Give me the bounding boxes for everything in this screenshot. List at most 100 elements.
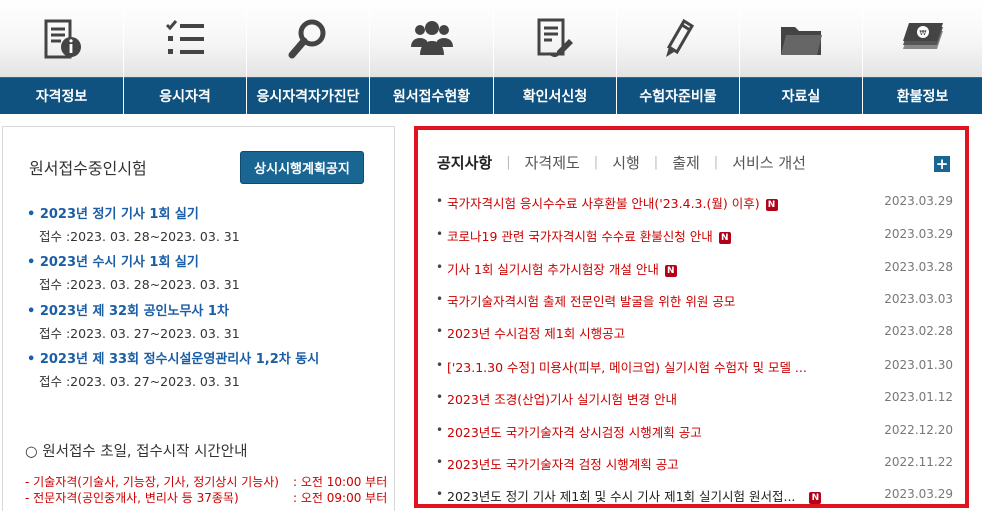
guide-line-time: : 오전 09:00 부터 [293,491,388,505]
notice-title-link[interactable]: ['23.1.30 수정] 미용사(피부, 메이크업) 실기시험 수험자 및 모… [447,357,807,376]
notice-row[interactable]: • 기사 1회 실기시험 추가시험장 개설 안내 N 2023.03.28 [436,258,956,280]
notice-board: 공지사항 | 자격제도 | 시행 | 출제 | 서비스 개선 + • 국가자격시… [414,126,969,508]
bullet-icon: • [436,227,444,241]
menu-item-certificate-request[interactable]: 확인서신청 [494,0,617,114]
tab-question-setting[interactable]: 출제 [672,152,700,173]
tab-notices[interactable]: 공지사항 [437,152,492,173]
menu-item-self-check[interactable]: 응시자격자가진단 [247,0,370,114]
notice-title-link[interactable]: 국가기술자격시험 출제 전문인력 발굴을 위한 위원 공모 [447,291,735,310]
notice-title-link[interactable]: 2023년도 정기 기사 제1회 및 수시 기사 제1회 실기시험 원서접...… [447,486,822,505]
exam-item[interactable]: 2023년 제 33회 정수시설운영관리사 1,2차 동시 접수 :2023. … [27,348,319,390]
notice-date: 2023.03.29 [884,194,953,208]
exam-item[interactable]: 2023년 제 32회 공인노무사 1차 접수 :2023. 03. 27~20… [27,300,240,342]
tab-separator: | [713,155,719,170]
notice-row[interactable]: • 2023년 조경(산업)기사 실기시험 변경 안내 2023.01.12 [436,388,956,410]
menu-item-eligibility[interactable]: 응시자격 [124,0,247,114]
notice-title-link[interactable]: 2023년도 국가기술자격 상시검정 시행계획 공고 [447,422,702,441]
menu-label: 원서접수현황 [370,77,493,114]
new-badge-icon: N [765,199,778,211]
notice-row[interactable]: • 2023년도 국가기술자격 상시검정 시행계획 공고 2022.12.20 [436,421,956,443]
bullet-icon: • [436,358,444,372]
menu-item-refund-info[interactable]: ₩ 환불정보 [863,0,982,114]
document-info-icon [0,0,123,77]
exam-name-link[interactable]: 2023년 제 33회 정수시설운영관리사 1,2차 동시 [27,348,319,367]
notice-title-link[interactable]: 국가자격시험 응시수수료 사후환불 안내('23.4.3.(월) 이후) N [447,193,778,212]
top-menu: 자격정보 응시자격 응시자격자가진단 원서접수현황 확인서신청 수험자준비물 자… [0,0,982,114]
menu-label: 확인서신청 [494,77,616,114]
guide-line-technical: - 기술자격(기술사, 기능장, 기사, 정기상시 기능사) : 오전 10:0… [25,473,387,490]
notice-title: 기사 1회 실기시험 추가시험장 개설 안내 [447,262,659,277]
tab-qualification-system[interactable]: 자격제도 [525,152,580,173]
bullet-icon: • [436,487,444,501]
menu-item-qualification-info[interactable]: 자격정보 [0,0,124,114]
notice-date: 2023.03.29 [884,487,953,501]
tab-separator: | [593,155,599,170]
exam-name-link[interactable]: 2023년 제 32회 공인노무사 1차 [27,300,240,319]
exam-period: 접수 :2023. 03. 28~2023. 03. 31 [39,229,240,244]
bullet-icon: • [436,260,444,274]
notice-date: 2023.01.30 [884,358,953,372]
magnifier-icon [247,0,369,77]
exam-name-link[interactable]: 2023년 수시 기사 1회 실기 [27,251,240,270]
tab-separator: | [653,155,659,170]
notice-title: 코로나19 관련 국가자격시험 수수료 환불신청 안내 [447,229,713,244]
menu-item-supplies[interactable]: 수험자준비물 [617,0,740,114]
menu-label: 수험자준비물 [617,77,739,114]
bullet-icon: • [436,455,444,469]
notice-date: 2023.03.29 [884,227,953,241]
notice-title-link[interactable]: 2023년 수시검정 제1회 시행공고 [447,323,625,342]
notice-row[interactable]: • 2023년도 국가기술자격 검정 시행계획 공고 2022.11.22 [436,453,956,475]
menu-label: 응시자격 [124,77,246,114]
notice-date: 2023.02.28 [884,324,953,338]
notice-title-link[interactable]: 2023년 조경(산업)기사 실기시험 변경 안내 [447,389,677,408]
more-plus-icon[interactable]: + [934,156,950,172]
exam-period: 접수 :2023. 03. 27~2023. 03. 31 [39,326,240,341]
exam-item[interactable]: 2023년 수시 기사 1회 실기 접수 :2023. 03. 28~2023.… [27,251,240,293]
notice-date: 2022.12.20 [884,423,953,437]
menu-item-archive[interactable]: 자료실 [740,0,863,114]
new-badge-icon: N [664,265,677,277]
menu-label: 자료실 [740,77,862,114]
tab-administration[interactable]: 시행 [612,152,640,173]
notice-row[interactable]: • ['23.1.30 수정] 미용사(피부, 메이크업) 실기시험 수험자 및… [436,356,956,378]
document-edit-icon [494,0,616,77]
tab-service-improvement[interactable]: 서비스 개선 [732,152,806,173]
notice-title: 2023년도 정기 기사 제1회 및 수시 기사 제1회 실기시험 원서접... [447,489,796,504]
bullet-icon: • [436,292,444,306]
notice-row[interactable]: • 국가자격시험 응시수수료 사후환불 안내('23.4.3.(월) 이후) N … [436,192,956,214]
notice-tabs: 공지사항 | 자격제도 | 시행 | 출제 | 서비스 개선 [437,152,806,173]
exam-name-link[interactable]: 2023년 정기 기사 1회 실기 [27,203,240,222]
folder-icon [740,0,862,77]
new-badge-icon: N [718,232,731,244]
menu-label: 응시자격자가진단 [247,77,369,114]
notice-row[interactable]: • 국가기술자격시험 출제 전문인력 발굴을 위한 위원 공모 2023.03.… [436,290,956,312]
notice-title-link[interactable]: 2023년도 국가기술자격 검정 시행계획 공고 [447,454,679,473]
svg-text:₩: ₩ [919,29,926,37]
notice-date: 2023.03.03 [884,292,953,306]
notice-row[interactable]: • 2023년도 정기 기사 제1회 및 수시 기사 제1회 실기시험 원서접.… [436,485,956,507]
bullet-icon: • [436,390,444,404]
notice-date: 2023.01.12 [884,390,953,404]
notice-date: 2023.03.28 [884,260,953,274]
new-badge-icon: N [809,492,822,504]
regular-schedule-notice-button[interactable]: 상시시행계획공지 [240,151,364,184]
exam-item[interactable]: 2023년 정기 기사 1회 실기 접수 :2023. 03. 28~2023.… [27,203,240,245]
menu-label: 환불정보 [863,77,982,114]
bullet-icon: • [436,423,444,437]
checklist-icon [124,0,246,77]
guide-line-professional: - 전문자격(공인중개사, 변리사 등 37종목) : 오전 09:00 부터 [25,489,387,506]
notice-title-link[interactable]: 기사 1회 실기시험 추가시험장 개설 안내 N [447,259,677,278]
tab-separator: | [506,155,511,170]
guide-line-time: : 오전 10:00 부터 [293,475,388,489]
bullet-icon: • [436,194,444,208]
people-group-icon [370,0,493,77]
application-time-guide-title: ○ 원서접수 초일, 접수시작 시간안내 [25,444,248,460]
notice-title-link[interactable]: 코로나19 관련 국가자격시험 수수료 환불신청 안내 N [447,226,731,245]
notice-row[interactable]: • 2023년 수시검정 제1회 시행공고 2023.02.28 [436,322,956,344]
exam-period: 접수 :2023. 03. 28~2023. 03. 31 [39,277,240,292]
menu-item-application-status[interactable]: 원서접수현황 [370,0,494,114]
panel-title: 원서접수중인시험 [29,159,147,178]
pencil-icon [617,0,739,77]
exam-period: 접수 :2023. 03. 27~2023. 03. 31 [39,374,240,389]
notice-row[interactable]: • 코로나19 관련 국가자격시험 수수료 환불신청 안내 N 2023.03.2… [436,225,956,247]
